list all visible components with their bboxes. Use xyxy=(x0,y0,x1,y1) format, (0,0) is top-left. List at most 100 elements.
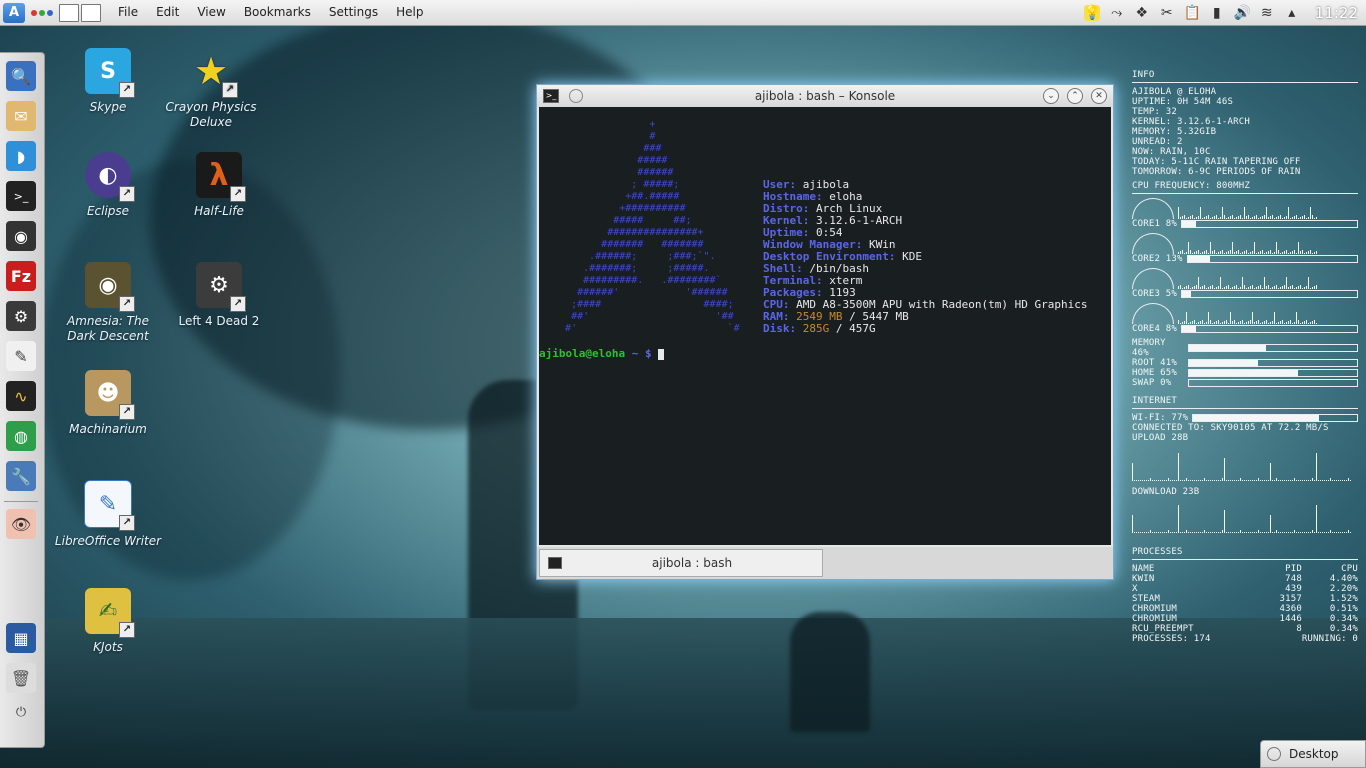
system-monitor-icon[interactable]: ∿ xyxy=(6,381,36,411)
core-row: CORE2 13% xyxy=(1132,254,1358,264)
net-spark-bar xyxy=(1304,480,1305,481)
eye-icon[interactable]: 👁 xyxy=(6,509,36,539)
network-tool-icon[interactable]: ⤳ xyxy=(1109,5,1125,21)
spark-bar xyxy=(1222,321,1223,324)
text-editor-icon[interactable]: ✎ xyxy=(6,341,36,371)
net-spark-bar xyxy=(1152,532,1153,533)
wifi-icon[interactable]: ≋ xyxy=(1259,5,1275,21)
desktop-icon-amnesia[interactable]: ◉ ↗ Amnesia: The Dark Descent xyxy=(53,262,163,344)
konsole-tab-bar: ajibola : bash xyxy=(537,547,1113,579)
spark-bar xyxy=(1206,249,1207,254)
window-layout-icon[interactable] xyxy=(59,3,101,22)
menu-file[interactable]: File xyxy=(109,0,147,25)
spark-bar xyxy=(1230,249,1231,254)
core-bar xyxy=(1180,220,1358,228)
close-icon[interactable]: ✕ xyxy=(1091,88,1107,104)
pin-icon[interactable] xyxy=(569,89,583,103)
net-spark-bar xyxy=(1328,532,1329,533)
dolphin-icon[interactable]: ◗ xyxy=(6,141,36,171)
camera-icon[interactable]: ◉ xyxy=(6,221,36,251)
shell-prompt[interactable]: ajibola@eloha ~ $ xyxy=(539,347,665,360)
info-line: TEMP: 32 xyxy=(1132,107,1177,117)
desktop-icon-crayon-physics[interactable]: ★ ↗ Crayon Physics Deluxe xyxy=(156,48,266,130)
battery-icon[interactable]: ▮ xyxy=(1209,5,1225,21)
desktop-pager-icon[interactable]: ▦ xyxy=(6,623,36,653)
dolphin-search-icon[interactable]: 🔍 xyxy=(6,61,36,91)
spark-bar xyxy=(1254,241,1255,254)
info-used: 285G xyxy=(796,322,830,335)
core-sparkline xyxy=(1178,199,1358,219)
application-launcher-icon[interactable]: A xyxy=(3,2,25,23)
dropbox-icon[interactable]: ❖ xyxy=(1134,5,1150,21)
desktop-icon-half-life[interactable]: λ ↗ Half-Life xyxy=(164,152,274,219)
net-spark-bar xyxy=(1340,532,1341,533)
net-spark-bar xyxy=(1308,480,1309,481)
clock[interactable]: 11:22 xyxy=(1315,4,1358,22)
clipboard-icon[interactable]: 📋 xyxy=(1184,5,1201,21)
net-spark-bar xyxy=(1192,480,1193,481)
net-spark-bar xyxy=(1236,532,1237,533)
spark-bar xyxy=(1280,214,1281,219)
process-cpu: 0.34% xyxy=(1329,614,1358,624)
desktop-icon-left-4-dead-2[interactable]: ⚙ ↗ Left 4 Dead 2 xyxy=(164,262,274,329)
bulb-icon[interactable]: 💡 xyxy=(1083,4,1101,21)
browser-globe-icon[interactable]: ◍ xyxy=(6,421,36,451)
mail-icon[interactable]: ✉ xyxy=(6,101,36,131)
net-spark-bar xyxy=(1210,480,1211,481)
menu-bookmarks[interactable]: Bookmarks xyxy=(235,0,320,25)
scissors-icon[interactable]: ✂ xyxy=(1159,5,1175,21)
filezilla-icon[interactable]: Fz xyxy=(6,261,36,291)
net-spark-bar xyxy=(1334,532,1335,533)
trash-icon[interactable]: 🗑 xyxy=(6,663,36,693)
desktop-icon-skype[interactable]: S ↗ Skype xyxy=(53,48,163,115)
spark-bar xyxy=(1218,319,1219,324)
menu-settings[interactable]: Settings xyxy=(320,0,387,25)
terminal-area[interactable]: + # ### ##### ###### ; #####; +##.##### … xyxy=(539,107,1111,545)
net-spark-bar xyxy=(1258,530,1259,533)
settings-tools-icon[interactable]: 🔧 xyxy=(6,461,36,491)
net-spark-bar xyxy=(1202,480,1203,481)
net-spark-bar xyxy=(1300,480,1301,481)
spark-bar xyxy=(1212,250,1213,254)
power-icon[interactable]: ⏻ xyxy=(6,697,36,727)
desktop-icon-eclipse[interactable]: ◐ ↗ Eclipse xyxy=(53,152,163,219)
net-spark-bar xyxy=(1250,532,1251,533)
steam-launcher-icon[interactable]: ⚙ xyxy=(6,301,36,331)
spark-bar xyxy=(1270,215,1271,219)
spark-bar xyxy=(1306,319,1307,324)
spark-bar xyxy=(1214,321,1215,324)
menu-help[interactable]: Help xyxy=(387,0,432,25)
net-spark-bar xyxy=(1242,532,1243,533)
spark-bar xyxy=(1312,252,1313,254)
maximize-icon[interactable]: ⌃ xyxy=(1067,88,1083,104)
menu-view[interactable]: View xyxy=(188,0,234,25)
arrow-up-icon[interactable]: ▴ xyxy=(1284,5,1300,21)
net-spark-bar xyxy=(1218,480,1219,481)
dropdown-icon[interactable]: ⌄ xyxy=(1043,88,1059,104)
net-spark-bar xyxy=(1210,532,1211,533)
net-spark-bar xyxy=(1248,532,1249,533)
desktop-icon-machinarium[interactable]: ☻ ↗ Machinarium xyxy=(53,370,163,437)
spark-bar xyxy=(1192,320,1193,324)
spark-bar xyxy=(1218,217,1219,219)
net-spark-bar xyxy=(1160,480,1161,481)
volume-icon[interactable]: 🔊 xyxy=(1234,5,1251,21)
usage-row: HOME 65% xyxy=(1132,368,1358,378)
konsole-window[interactable]: >_ ajibola : bash – Konsole ⌄ ⌃ ✕ + # ##… xyxy=(536,84,1114,580)
spark-bar xyxy=(1204,284,1205,289)
window-dots-icon[interactable] xyxy=(31,9,53,16)
net-spark-bar xyxy=(1178,453,1179,481)
show-desktop-button[interactable]: Desktop xyxy=(1260,740,1366,768)
net-spark-bar xyxy=(1232,532,1233,533)
spark-bar xyxy=(1290,319,1291,324)
net-spark-bar xyxy=(1256,480,1257,481)
menu-edit[interactable]: Edit xyxy=(147,0,188,25)
tab-ajibola-bash[interactable]: ajibola : bash xyxy=(539,549,823,577)
spark-bar xyxy=(1204,250,1205,254)
desktop-icon-libreoffice-writer[interactable]: ✎ ↗ LibreOffice Writer xyxy=(53,480,163,549)
konsole-titlebar[interactable]: >_ ajibola : bash – Konsole ⌄ ⌃ ✕ xyxy=(537,85,1113,107)
spark-bar xyxy=(1186,217,1187,219)
net-spark-bar xyxy=(1286,480,1287,481)
desktop-icon-kjots[interactable]: ✍ ↗ KJots xyxy=(53,588,163,655)
terminal-icon[interactable]: >_ xyxy=(6,181,36,211)
